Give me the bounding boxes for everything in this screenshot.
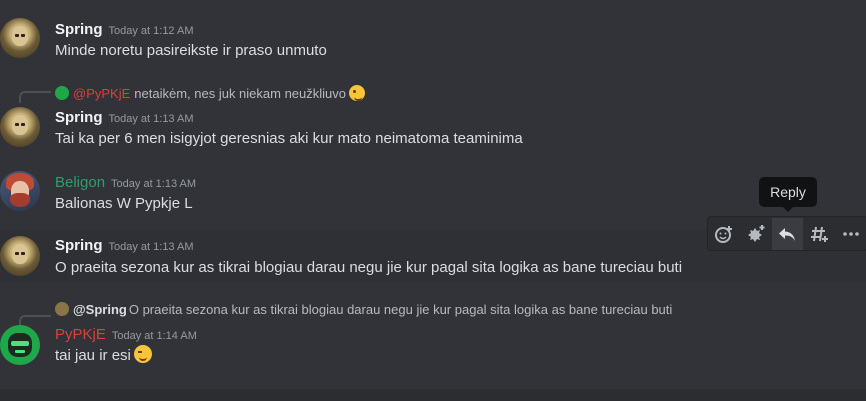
reply-mention[interactable]: @PyPKjE: [73, 86, 130, 101]
message: Beligon Today at 1:13 AM Balionas W Pypkj…: [0, 171, 866, 217]
avatar[interactable]: [0, 325, 40, 365]
message-text-body: tai jau ir esi: [55, 347, 131, 364]
message-actions-toolbar: [707, 216, 866, 251]
username[interactable]: PyPKjE: [55, 326, 106, 343]
timestamp: Today at 1:14 AM: [111, 330, 197, 342]
avatar[interactable]: [0, 107, 40, 147]
more-icon: [843, 231, 859, 236]
message-text: O praeita sezona kur as tikrai blogiau d…: [55, 259, 683, 276]
timestamp: Today at 1:13 AM: [108, 241, 194, 253]
timestamp: Today at 1:12 AM: [108, 25, 194, 37]
username[interactable]: Spring: [55, 237, 103, 254]
message: Spring Today at 1:13 AM Tai ka per 6 men …: [0, 107, 866, 153]
reply-text: netaikėm, nes juk niekam neužkliuvo: [134, 86, 347, 101]
username[interactable]: Beligon: [55, 174, 105, 191]
reply-avatar: [55, 86, 69, 100]
super-reaction-button[interactable]: [740, 218, 772, 250]
reply-context[interactable]: @PyPKjE netaikėm, nes juk niekam neužkliu…: [55, 85, 366, 101]
reply-spine: [19, 91, 51, 103]
message-text: Minde noretu pasireikste ir praso unmuto: [55, 42, 327, 59]
composer-edge: [0, 389, 866, 401]
grinning-face-emoji-icon: [349, 85, 366, 101]
message-text: Tai ka per 6 men isigyjot geresnias aki …: [55, 130, 523, 147]
avatar[interactable]: [0, 171, 40, 211]
username[interactable]: Spring: [55, 21, 103, 38]
avatar[interactable]: [0, 236, 40, 276]
message: Spring Today at 1:12 AM Minde noretu pasi…: [0, 18, 866, 64]
username[interactable]: Spring: [55, 109, 103, 126]
reply-text: O praeita sezona kur as tikrai blogiau d…: [128, 302, 673, 317]
reply-mention[interactable]: @Spring: [73, 302, 127, 317]
reply-context[interactable]: @Spring O praeita sezona kur as tikrai bl…: [55, 302, 672, 317]
winking-face-emoji-icon: [133, 345, 152, 363]
timestamp: Today at 1:13 AM: [111, 178, 197, 190]
create-thread-button[interactable]: [803, 218, 835, 250]
create-thread-icon: [811, 226, 829, 242]
timestamp: Today at 1:13 AM: [108, 113, 194, 125]
reply-button[interactable]: [771, 217, 804, 250]
super-reaction-icon: [747, 224, 765, 242]
add-reaction-icon: [714, 225, 732, 243]
reply-tooltip: Reply: [759, 177, 817, 212]
message: PyPKjE Today at 1:14 AM tai jau ir esi: [0, 325, 866, 371]
message-text: tai jau ir esi: [55, 345, 152, 364]
add-reaction-button[interactable]: [708, 218, 740, 250]
reply-avatar: [55, 302, 69, 316]
more-button[interactable]: [835, 218, 866, 250]
message-text: Balionas W Pypkje L: [55, 195, 193, 212]
avatar[interactable]: [0, 18, 40, 58]
reply-icon: [779, 227, 796, 241]
